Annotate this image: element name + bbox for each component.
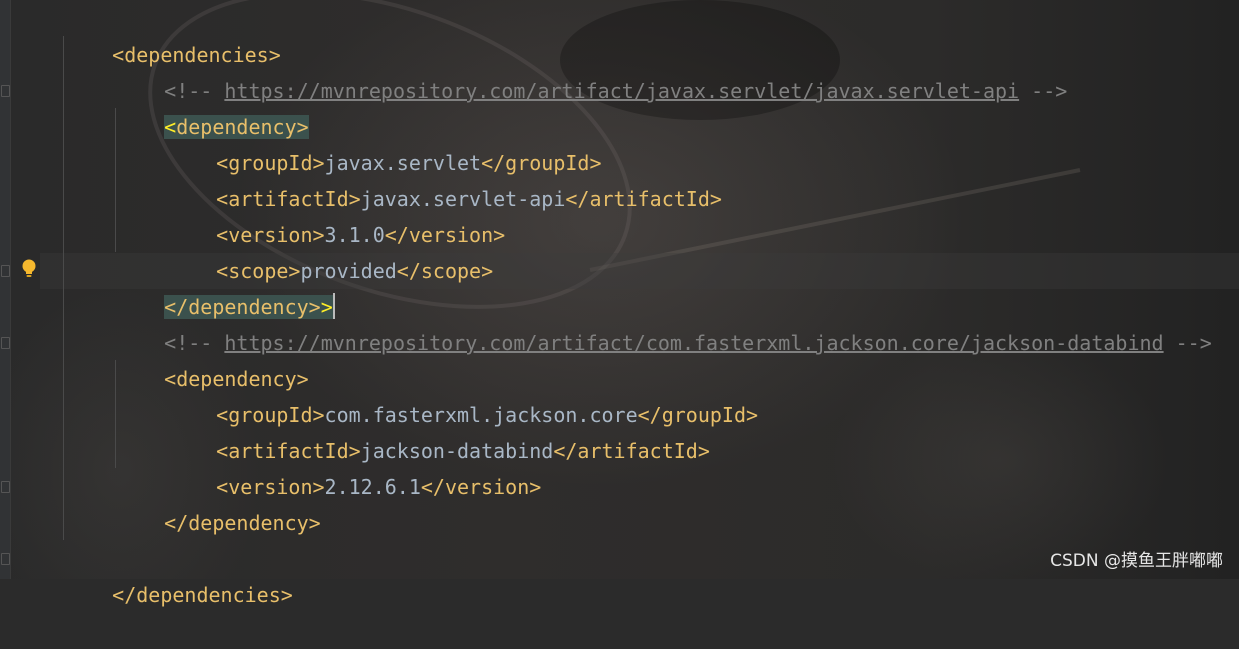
- comment-link[interactable]: https://mvnrepository.com/artifact/com.f…: [224, 331, 1163, 355]
- code-line-version: <version>2.12.6.1</version>: [168, 433, 541, 499]
- code-line-dependency-close: </dependency>: [116, 469, 321, 535]
- xml-tag: </dependencies>: [112, 583, 293, 607]
- fold-marker[interactable]: [1, 85, 10, 97]
- fold-marker[interactable]: [1, 481, 10, 493]
- code-line-dependency-open: <dependency>: [116, 73, 309, 139]
- comment-close: -->: [1019, 79, 1068, 103]
- code-line-scope: <scope>provided</scope>: [168, 217, 493, 283]
- xml-tag: </artifactId>: [553, 439, 710, 463]
- code-line-dependency-close: </dependency>>: [116, 253, 335, 319]
- code-line-dependencies-close: </dependencies>: [64, 541, 293, 607]
- lightbulb-icon[interactable]: [21, 259, 37, 279]
- xml-tag: </version>: [420, 475, 542, 499]
- xml-tag: </artifactId>: [565, 187, 722, 211]
- indent-guide: [63, 36, 64, 540]
- fold-marker[interactable]: [1, 553, 10, 565]
- fold-marker[interactable]: [1, 337, 10, 349]
- comment-close: -->: [1163, 331, 1212, 355]
- code-line-groupid: <groupId>javax.servlet</groupId>: [168, 109, 601, 175]
- comment-link[interactable]: https://mvnrepository.com/artifact/javax…: [224, 79, 1019, 103]
- csdn-watermark: CSDN @摸鱼王胖嘟嘟: [1050, 551, 1223, 571]
- xml-tag: </scope>: [396, 259, 494, 283]
- code-line-version: <version>3.1.0</version>: [168, 181, 505, 247]
- code-line-dependencies-open: <dependencies>: [64, 1, 281, 67]
- xml-tag: </dependency>: [164, 511, 321, 535]
- code-line-artifactid: <artifactId>javax.servlet-api</artifactI…: [168, 145, 722, 211]
- editor-gutter[interactable]: [0, 0, 11, 579]
- code-line-comment: <!-- https://mvnrepository.com/artifact/…: [116, 37, 1067, 103]
- code-line-comment: <!-- https://mvnrepository.com/artifact/…: [116, 289, 1212, 355]
- xml-value: 2.12.6.1: [324, 475, 421, 499]
- code-line-dependency-open: <dependency>: [116, 325, 309, 391]
- fold-marker[interactable]: [1, 265, 10, 277]
- code-line-groupid: <groupId>com.fasterxml.jackson.core</gro…: [168, 361, 758, 427]
- code-line-artifactid: <artifactId>jackson-databind</artifactId…: [168, 397, 710, 463]
